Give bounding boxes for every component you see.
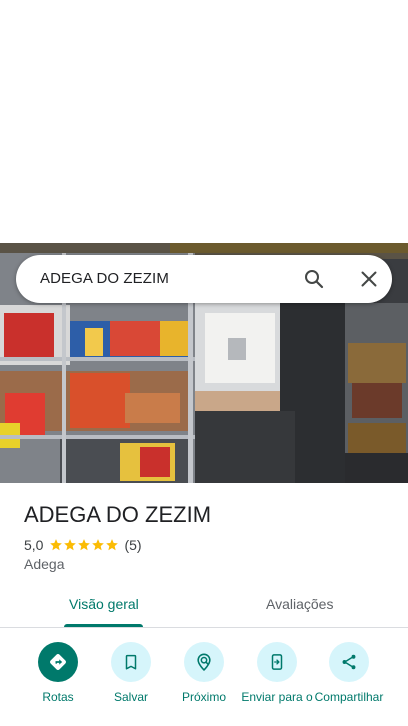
save-button[interactable]: Salvar bbox=[95, 642, 167, 704]
search-bar[interactable]: ADEGA DO ZEZIM bbox=[16, 255, 392, 303]
rating-value: 5,0 bbox=[24, 537, 44, 553]
send-to-phone-label: Enviar para o bbox=[241, 690, 313, 704]
tab-reviews[interactable]: Avaliações bbox=[266, 596, 333, 616]
bookmark-icon bbox=[111, 642, 151, 682]
directions-button[interactable]: Rotas bbox=[22, 642, 94, 704]
share-label: Compartilhar bbox=[314, 690, 384, 704]
nearby-icon bbox=[184, 642, 224, 682]
star-rating bbox=[49, 538, 119, 552]
tab-overview[interactable]: Visão geral bbox=[69, 596, 139, 616]
tab-divider bbox=[0, 627, 408, 628]
place-category: Adega bbox=[24, 556, 65, 572]
share-button[interactable]: Compartilhar bbox=[313, 642, 385, 704]
directions-label: Rotas bbox=[42, 690, 74, 704]
star-icon bbox=[50, 539, 63, 551]
place-title: ADEGA DO ZEZIM bbox=[24, 502, 212, 527]
send-to-phone-icon bbox=[257, 642, 297, 682]
nearby-button[interactable]: Próximo bbox=[168, 642, 240, 704]
share-icon bbox=[329, 642, 369, 682]
star-icon bbox=[92, 539, 105, 551]
star-icon bbox=[64, 539, 77, 551]
save-label: Salvar bbox=[113, 690, 148, 704]
search-icon[interactable] bbox=[302, 267, 326, 291]
send-to-phone-button[interactable]: Enviar para o bbox=[241, 642, 313, 704]
review-count: (5) bbox=[124, 537, 142, 553]
directions-icon bbox=[38, 642, 78, 682]
close-icon[interactable] bbox=[357, 267, 381, 291]
nearby-label: Próximo bbox=[181, 690, 226, 704]
search-query[interactable]: ADEGA DO ZEZIM bbox=[40, 270, 169, 287]
star-icon bbox=[106, 539, 119, 551]
star-icon bbox=[78, 539, 91, 551]
rating-row[interactable]: 5,0 (5) bbox=[24, 536, 142, 554]
